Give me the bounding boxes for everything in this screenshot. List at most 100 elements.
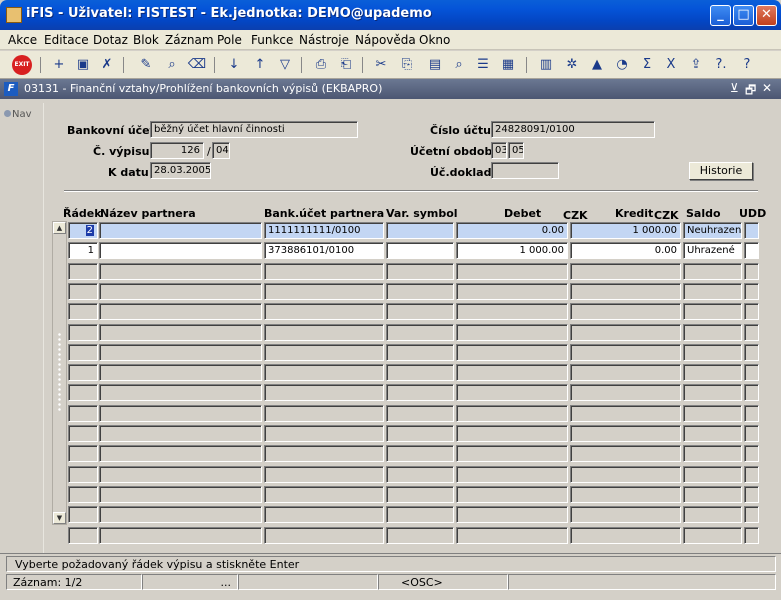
chart-icon[interactable]: ▲ xyxy=(587,55,607,75)
form-close-button[interactable]: ✕ xyxy=(762,81,772,95)
cell-kredit[interactable] xyxy=(570,425,681,442)
cell-bank-ucet[interactable] xyxy=(264,425,384,442)
cell-nazev-partnera[interactable] xyxy=(99,324,262,341)
help-icon[interactable]: ? xyxy=(737,55,757,75)
cell-var-symbol[interactable] xyxy=(386,384,454,401)
cell-debet[interactable] xyxy=(456,466,568,483)
cell-kredit[interactable] xyxy=(570,364,681,381)
cell-debet[interactable] xyxy=(456,425,568,442)
cell-debet[interactable] xyxy=(456,263,568,280)
cell-saldo[interactable] xyxy=(683,527,742,544)
cell-saldo[interactable] xyxy=(683,324,742,341)
cell-nazev-partnera[interactable] xyxy=(99,364,262,381)
sum-icon[interactable]: Σ xyxy=(637,55,657,75)
cell-kredit[interactable]: 1 000.00 xyxy=(570,222,681,239)
cell-udd[interactable] xyxy=(744,506,759,523)
cell-udd[interactable] xyxy=(744,344,759,361)
export-icon[interactable]: ⇪ xyxy=(686,55,706,75)
menu-funkce[interactable]: Funkce xyxy=(251,33,293,47)
menu-napoveda[interactable]: Nápověda xyxy=(355,33,416,47)
cell-saldo[interactable] xyxy=(683,486,742,503)
cell-var-symbol[interactable] xyxy=(386,324,454,341)
sort-desc-icon[interactable]: ↑ xyxy=(250,55,270,75)
menu-nastroje[interactable]: Nástroje xyxy=(299,33,349,47)
c-vypisu-suffix-field[interactable]: 04 xyxy=(212,142,230,159)
cell-var-symbol[interactable] xyxy=(386,445,454,462)
cell-kredit[interactable] xyxy=(570,324,681,341)
cell-kredit[interactable] xyxy=(570,466,681,483)
cell-saldo[interactable] xyxy=(683,303,742,320)
cell-udd[interactable] xyxy=(744,466,759,483)
cell-bank-ucet[interactable] xyxy=(264,324,384,341)
form-minimize-button[interactable]: ⊻ xyxy=(730,81,739,95)
cell-var-symbol[interactable] xyxy=(386,263,454,280)
cell-radek[interactable] xyxy=(68,263,98,280)
excel-icon[interactable]: X xyxy=(661,55,681,75)
cell-var-symbol[interactable] xyxy=(386,283,454,300)
cell-udd[interactable] xyxy=(744,425,759,442)
cell-var-symbol[interactable] xyxy=(386,506,454,523)
cell-udd[interactable] xyxy=(744,486,759,503)
cislo-uctu-field[interactable]: 24828091/0100 xyxy=(491,121,655,138)
copy-icon[interactable]: ⎘ xyxy=(397,55,417,75)
cell-radek[interactable] xyxy=(68,425,98,442)
cell-saldo[interactable] xyxy=(683,445,742,462)
cell-udd[interactable] xyxy=(744,222,759,239)
cell-nazev-partnera[interactable] xyxy=(99,263,262,280)
cell-var-symbol[interactable] xyxy=(386,486,454,503)
pie-icon[interactable]: ◔ xyxy=(612,55,632,75)
cell-debet[interactable] xyxy=(456,283,568,300)
cell-bank-ucet[interactable] xyxy=(264,263,384,280)
cell-udd[interactable] xyxy=(744,283,759,300)
cell-saldo[interactable] xyxy=(683,384,742,401)
query-icon[interactable]: ⌕ xyxy=(162,55,182,75)
cell-saldo[interactable] xyxy=(683,364,742,381)
menu-pole[interactable]: Pole xyxy=(217,33,242,47)
cell-bank-ucet[interactable] xyxy=(264,384,384,401)
cell-bank-ucet[interactable] xyxy=(264,303,384,320)
paste-icon[interactable]: ▤ xyxy=(425,55,445,75)
calculator-icon[interactable]: ▥ xyxy=(536,55,556,75)
bankovni-ucet-field[interactable]: běžný účet hlavní činnosti xyxy=(150,121,358,138)
cell-nazev-partnera[interactable] xyxy=(99,405,262,422)
print-icon[interactable]: ⎙ xyxy=(311,55,331,75)
cell-var-symbol[interactable] xyxy=(386,405,454,422)
cell-kredit[interactable] xyxy=(570,527,681,544)
k-datu-field[interactable]: 28.03.2005 xyxy=(150,162,211,179)
cell-kredit[interactable]: 0.00 xyxy=(570,242,681,259)
cell-saldo[interactable]: Neuhrazené xyxy=(683,222,742,239)
cut-icon[interactable]: ✂ xyxy=(371,55,391,75)
table-icon[interactable]: ▦ xyxy=(498,55,518,75)
scroll-down-icon[interactable]: ▼ xyxy=(53,512,66,524)
cell-radek[interactable] xyxy=(68,283,98,300)
cell-radek[interactable] xyxy=(68,527,98,544)
cell-kredit[interactable] xyxy=(570,506,681,523)
cell-var-symbol[interactable] xyxy=(386,242,454,259)
insert-record-icon[interactable]: + xyxy=(49,55,69,75)
cell-kredit[interactable] xyxy=(570,445,681,462)
cell-radek[interactable] xyxy=(68,364,98,381)
cell-radek[interactable] xyxy=(68,405,98,422)
obdobi-year-field[interactable]: 05 xyxy=(508,142,524,159)
print-preview-icon[interactable]: ⎗ xyxy=(336,55,356,75)
cell-radek[interactable] xyxy=(68,384,98,401)
menu-zaznam[interactable]: Záznam xyxy=(165,33,214,47)
cell-debet[interactable] xyxy=(456,486,568,503)
cell-saldo[interactable]: Uhrazené xyxy=(683,242,742,259)
menu-editace[interactable]: Editace xyxy=(44,33,89,47)
cell-saldo[interactable] xyxy=(683,425,742,442)
cell-kredit[interactable] xyxy=(570,405,681,422)
cell-nazev-partnera[interactable] xyxy=(99,283,262,300)
cell-saldo[interactable] xyxy=(683,283,742,300)
cell-bank-ucet[interactable]: 1111111111/0100 xyxy=(264,222,384,239)
cell-saldo[interactable] xyxy=(683,263,742,280)
delete-record-icon[interactable]: ✗ xyxy=(97,55,117,75)
cell-nazev-partnera[interactable] xyxy=(99,425,262,442)
cell-radek[interactable] xyxy=(68,506,98,523)
cell-kredit[interactable] xyxy=(570,303,681,320)
help-topics-icon[interactable]: ?. xyxy=(711,55,731,75)
cell-var-symbol[interactable] xyxy=(386,303,454,320)
cell-nazev-partnera[interactable] xyxy=(99,527,262,544)
cell-radek[interactable]: 1 xyxy=(68,242,98,259)
cell-kredit[interactable] xyxy=(570,486,681,503)
